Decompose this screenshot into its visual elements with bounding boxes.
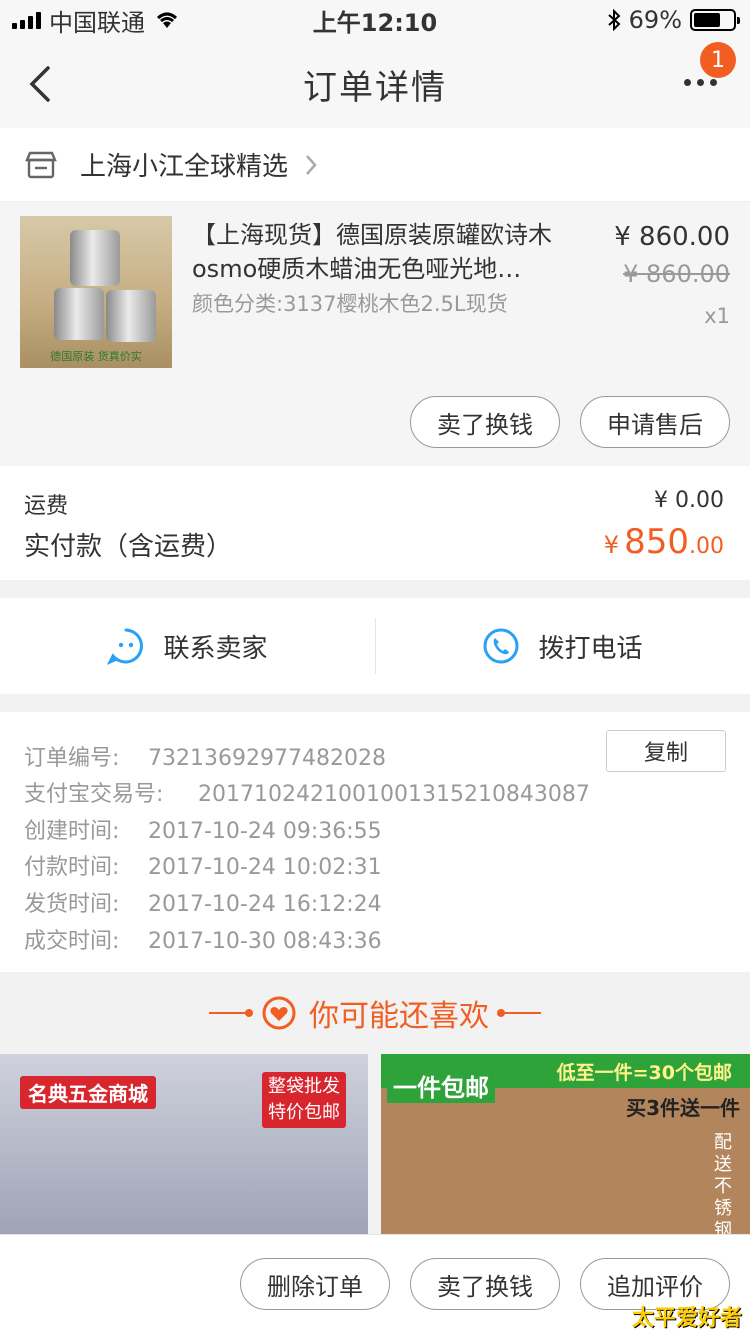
contact-seller-button[interactable]: 联系卖家	[0, 598, 375, 694]
shop-icon	[25, 151, 57, 178]
sell-button-bottom[interactable]: 卖了换钱	[410, 1258, 560, 1310]
chat-icon	[107, 628, 144, 665]
product-sku: 颜色分类:3137樱桃木色2.5L现货	[192, 292, 508, 316]
thumbnail-caption: 德国原装 货真价实	[50, 350, 142, 363]
page-title: 订单详情	[303, 67, 447, 108]
battery-icon	[690, 9, 740, 31]
shipping-value: ¥ 0.00	[654, 488, 724, 513]
call-phone-button[interactable]: 拨打电话	[375, 598, 750, 694]
info-row-shipped: 发货时间: 2017-10-24 16:12:24	[24, 892, 382, 917]
info-row-paid: 付款时间: 2017-10-24 10:02:31	[24, 855, 382, 880]
card-right-side-text: 配送不锈钢	[714, 1132, 732, 1234]
paid-currency: ¥	[603, 531, 619, 559]
product-item[interactable]: 德国原装 货真价实 【上海现货】德国原装原罐欧诗木osmo硬质木蜡油无色哑光地……	[0, 202, 750, 466]
recommend-title: 你可能还喜欢	[309, 999, 489, 1034]
battery-percent: 69%	[628, 6, 682, 34]
card-right-sub: 买3件送一件	[626, 1096, 740, 1120]
info-row-created: 创建时间: 2017-10-24 09:36:55	[24, 819, 382, 844]
shipping-label: 运费	[24, 494, 69, 519]
paid-amount: ¥ 850.00	[604, 522, 724, 562]
phone-icon	[483, 628, 519, 664]
paid-label: 实付款（含运费）	[24, 532, 233, 562]
info-row-order-number: 订单编号: 73213692977482028	[24, 746, 386, 771]
bottom-action-bar: 删除订单 卖了换钱 追加评价 太平爱好者	[0, 1234, 750, 1334]
status-bar: 中国联通 上午12:10 69%	[0, 0, 750, 40]
recommend-card-left[interactable]: 名典五金商城 整袋批发 特价包邮	[0, 1054, 368, 1234]
info-row-alipay-number: 支付宝交易号: 2017102421001001315210843087	[24, 782, 590, 807]
contact-seller-label: 联系卖家	[163, 633, 268, 664]
recommend-dash-left	[209, 1009, 253, 1017]
product-title[interactable]: 【上海现货】德国原装原罐欧诗木osmo硬质木蜡油无色哑光地…	[192, 218, 592, 286]
paid-decimal: .00	[689, 534, 724, 559]
card-left-brand: 名典五金商城	[20, 1076, 156, 1109]
nav-bar: 订单详情 1	[0, 40, 750, 128]
order-info: 复制 订单编号: 73213692977482028 支付宝交易号: 2017102…	[0, 712, 750, 972]
product-price: ¥ 860.00	[614, 222, 730, 252]
contact-section: 联系卖家 拨打电话	[0, 598, 750, 694]
delete-order-button[interactable]: 删除订单	[240, 1258, 390, 1310]
product-original-price: ¥ 860.00	[623, 260, 730, 288]
card-right-tag: 一件包邮	[387, 1068, 495, 1103]
product-quantity: x1	[704, 304, 730, 328]
watermark-logo: 太平爱好者	[631, 1306, 742, 1331]
shop-row[interactable]: 上海小江全球精选	[0, 128, 750, 202]
product-thumbnail[interactable]: 德国原装 货真价实	[20, 216, 172, 368]
shop-name: 上海小江全球精选	[80, 152, 289, 182]
recommend-header: 你可能还喜欢	[0, 972, 750, 1054]
info-row-completed: 成交时间: 2017-10-30 08:43:36	[24, 929, 382, 954]
bluetooth-icon	[607, 9, 621, 31]
card-left-tags: 整袋批发 特价包邮	[262, 1072, 346, 1128]
call-phone-label: 拨打电话	[538, 633, 643, 664]
contact-divider	[375, 618, 376, 674]
sell-button[interactable]: 卖了换钱	[410, 396, 560, 448]
fee-section: 运费 ¥ 0.00 实付款（含运费） ¥ 850.00	[0, 466, 750, 580]
chevron-right-icon	[306, 154, 317, 175]
recommend-dash-right	[497, 1009, 541, 1017]
after-sale-button[interactable]: 申请售后	[580, 396, 730, 448]
recommend-card-right[interactable]: 低至一件=30个包邮 一件包邮 买3件送一件 配送不锈钢	[381, 1054, 750, 1234]
copy-button[interactable]: 复制	[606, 730, 726, 772]
heart-icon	[262, 996, 296, 1030]
notification-badge: 1	[700, 42, 736, 78]
card-right-promo: 低至一件=30个包邮	[556, 1062, 732, 1084]
paid-integer: 850	[624, 522, 689, 562]
back-icon[interactable]	[22, 62, 62, 106]
